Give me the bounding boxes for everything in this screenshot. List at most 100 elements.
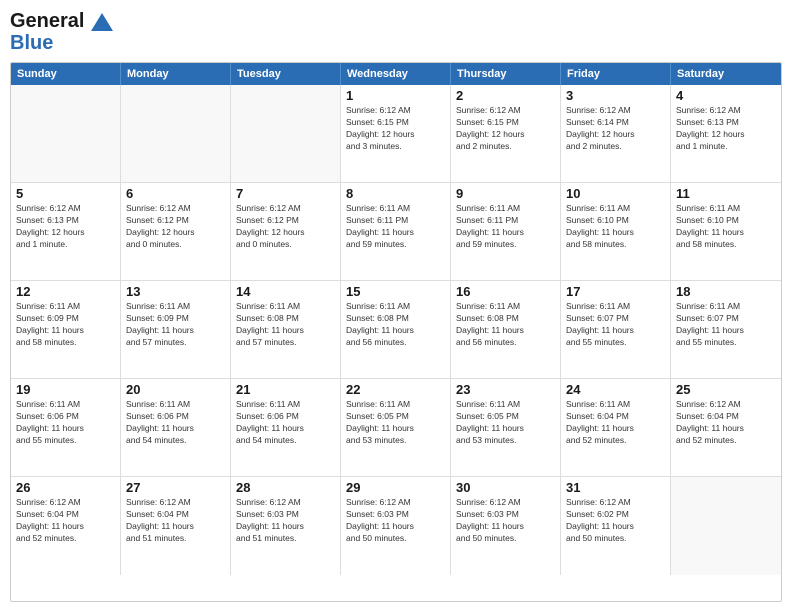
calendar-row-5: 26 Sunrise: 6:12 AM Sunset: 6:04 PM Dayli… [11,477,781,575]
calendar-cell: 13 Sunrise: 6:11 AM Sunset: 6:09 PM Dayli… [121,281,231,378]
calendar-cell: 22 Sunrise: 6:11 AM Sunset: 6:05 PM Dayli… [341,379,451,476]
calendar-cell: 27Sunrise: 6:12 AM Sunset: 6:04 PM Dayli… [121,477,231,575]
day-number: 20 [126,382,225,397]
calendar-cell [671,477,781,575]
day-info: Sunrise: 6:12 AM Sunset: 6:04 PM Dayligh… [16,497,115,545]
day-info: Sunrise: 6:12 AM Sunset: 6:15 PM Dayligh… [346,105,445,153]
calendar: SundayMondayTuesdayWednesdayThursdayFrid… [10,62,782,602]
day-number: 23 [456,382,555,397]
calendar-cell: 5Sunrise: 6:12 AM Sunset: 6:13 PM Daylig… [11,183,121,280]
day-number: 11 [676,186,776,201]
day-info: Sunrise: 6:12 AM Sunset: 6:04 PM Dayligh… [676,399,776,447]
day-info: Sunrise: 6:12 AM Sunset: 6:02 PM Dayligh… [566,497,665,545]
day-number: 14 [236,284,335,299]
calendar-cell: 26 Sunrise: 6:12 AM Sunset: 6:04 PM Dayli… [11,477,121,575]
day-number: 25 [676,382,776,397]
day-number: 21 [236,382,335,397]
calendar-cell: 1 Sunrise: 6:12 AM Sunset: 6:15 PM Daylig… [341,85,451,182]
day-number: 12 [16,284,115,299]
day-info: Sunrise: 6:11 AM Sunset: 6:07 PM Dayligh… [676,301,776,349]
calendar-cell: 19 Sunrise: 6:11 AM Sunset: 6:06 PM Dayli… [11,379,121,476]
day-info: Sunrise: 6:11 AM Sunset: 6:09 PM Dayligh… [16,301,115,349]
weekday-header-saturday: Saturday [671,63,781,85]
day-number: 1 [346,88,445,103]
weekday-header-friday: Friday [561,63,671,85]
calendar-cell: 24 Sunrise: 6:11 AM Sunset: 6:04 PM Dayli… [561,379,671,476]
day-info: Sunrise: 6:12 AM Sunset: 6:03 PM Dayligh… [456,497,555,545]
day-info: Sunrise: 6:11 AM Sunset: 6:06 PM Dayligh… [236,399,335,447]
calendar-cell: 21 Sunrise: 6:11 AM Sunset: 6:06 PM Dayli… [231,379,341,476]
day-number: 3 [566,88,665,103]
day-number: 22 [346,382,445,397]
calendar-row-4: 19 Sunrise: 6:11 AM Sunset: 6:06 PM Dayli… [11,379,781,477]
calendar-cell: 15Sunrise: 6:11 AM Sunset: 6:08 PM Dayli… [341,281,451,378]
logo: General Blue [10,10,113,54]
day-info: Sunrise: 6:11 AM Sunset: 6:08 PM Dayligh… [456,301,555,349]
day-number: 30 [456,480,555,495]
day-info: Sunrise: 6:11 AM Sunset: 6:10 PM Dayligh… [676,203,776,251]
weekday-header-wednesday: Wednesday [341,63,451,85]
day-number: 19 [16,382,115,397]
day-info: Sunrise: 6:11 AM Sunset: 6:11 PM Dayligh… [456,203,555,251]
calendar-cell [121,85,231,182]
logo-general: General [10,10,84,32]
day-info: Sunrise: 6:11 AM Sunset: 6:05 PM Dayligh… [346,399,445,447]
day-info: Sunrise: 6:12 AM Sunset: 6:15 PM Dayligh… [456,105,555,153]
calendar-cell: 31 Sunrise: 6:12 AM Sunset: 6:02 PM Dayli… [561,477,671,575]
day-number: 10 [566,186,665,201]
logo-icon [91,13,113,31]
day-info: Sunrise: 6:12 AM Sunset: 6:13 PM Dayligh… [676,105,776,153]
calendar-cell: 11 Sunrise: 6:11 AM Sunset: 6:10 PM Dayli… [671,183,781,280]
day-number: 24 [566,382,665,397]
day-info: Sunrise: 6:11 AM Sunset: 6:08 PM Dayligh… [236,301,335,349]
day-number: 2 [456,88,555,103]
day-number: 31 [566,480,665,495]
calendar-cell [11,85,121,182]
calendar-cell: 9Sunrise: 6:11 AM Sunset: 6:11 PM Daylig… [451,183,561,280]
day-number: 7 [236,186,335,201]
day-info: Sunrise: 6:11 AM Sunset: 6:06 PM Dayligh… [16,399,115,447]
header: General Blue [10,10,782,54]
calendar-cell: 10Sunrise: 6:11 AM Sunset: 6:10 PM Dayli… [561,183,671,280]
calendar-cell: 8Sunrise: 6:11 AM Sunset: 6:11 PM Daylig… [341,183,451,280]
calendar-cell: 17 Sunrise: 6:11 AM Sunset: 6:07 PM Dayli… [561,281,671,378]
day-number: 13 [126,284,225,299]
weekday-header-thursday: Thursday [451,63,561,85]
day-number: 4 [676,88,776,103]
calendar-cell: 29 Sunrise: 6:12 AM Sunset: 6:03 PM Dayli… [341,477,451,575]
day-number: 18 [676,284,776,299]
day-info: Sunrise: 6:11 AM Sunset: 6:06 PM Dayligh… [126,399,225,447]
day-info: Sunrise: 6:11 AM Sunset: 6:04 PM Dayligh… [566,399,665,447]
day-number: 5 [16,186,115,201]
day-info: Sunrise: 6:11 AM Sunset: 6:08 PM Dayligh… [346,301,445,349]
page: General Blue SundayMondayTuesdayWednesda… [0,0,792,612]
calendar-cell: 23Sunrise: 6:11 AM Sunset: 6:05 PM Dayli… [451,379,561,476]
calendar-cell: 3Sunrise: 6:12 AM Sunset: 6:14 PM Daylig… [561,85,671,182]
calendar-row-3: 12 Sunrise: 6:11 AM Sunset: 6:09 PM Dayli… [11,281,781,379]
day-info: Sunrise: 6:12 AM Sunset: 6:03 PM Dayligh… [236,497,335,545]
day-number: 6 [126,186,225,201]
calendar-cell: 18 Sunrise: 6:11 AM Sunset: 6:07 PM Dayli… [671,281,781,378]
calendar-row-1: 1 Sunrise: 6:12 AM Sunset: 6:15 PM Daylig… [11,85,781,183]
calendar-cell: 14 Sunrise: 6:11 AM Sunset: 6:08 PM Dayli… [231,281,341,378]
calendar-cell: 25 Sunrise: 6:12 AM Sunset: 6:04 PM Dayli… [671,379,781,476]
weekday-header-monday: Monday [121,63,231,85]
day-number: 29 [346,480,445,495]
day-info: Sunrise: 6:11 AM Sunset: 6:07 PM Dayligh… [566,301,665,349]
day-number: 8 [346,186,445,201]
day-info: Sunrise: 6:12 AM Sunset: 6:12 PM Dayligh… [126,203,225,251]
day-info: Sunrise: 6:12 AM Sunset: 6:12 PM Dayligh… [236,203,335,251]
day-number: 16 [456,284,555,299]
day-info: Sunrise: 6:12 AM Sunset: 6:03 PM Dayligh… [346,497,445,545]
day-number: 17 [566,284,665,299]
calendar-cell: 12 Sunrise: 6:11 AM Sunset: 6:09 PM Dayli… [11,281,121,378]
day-number: 28 [236,480,335,495]
logo-blue: Blue [10,32,113,54]
calendar-cell: 2 Sunrise: 6:12 AM Sunset: 6:15 PM Daylig… [451,85,561,182]
weekday-header-tuesday: Tuesday [231,63,341,85]
calendar-cell [231,85,341,182]
day-number: 26 [16,480,115,495]
weekday-header-sunday: Sunday [11,63,121,85]
day-info: Sunrise: 6:11 AM Sunset: 6:09 PM Dayligh… [126,301,225,349]
calendar-body: 1 Sunrise: 6:12 AM Sunset: 6:15 PM Daylig… [11,85,781,575]
